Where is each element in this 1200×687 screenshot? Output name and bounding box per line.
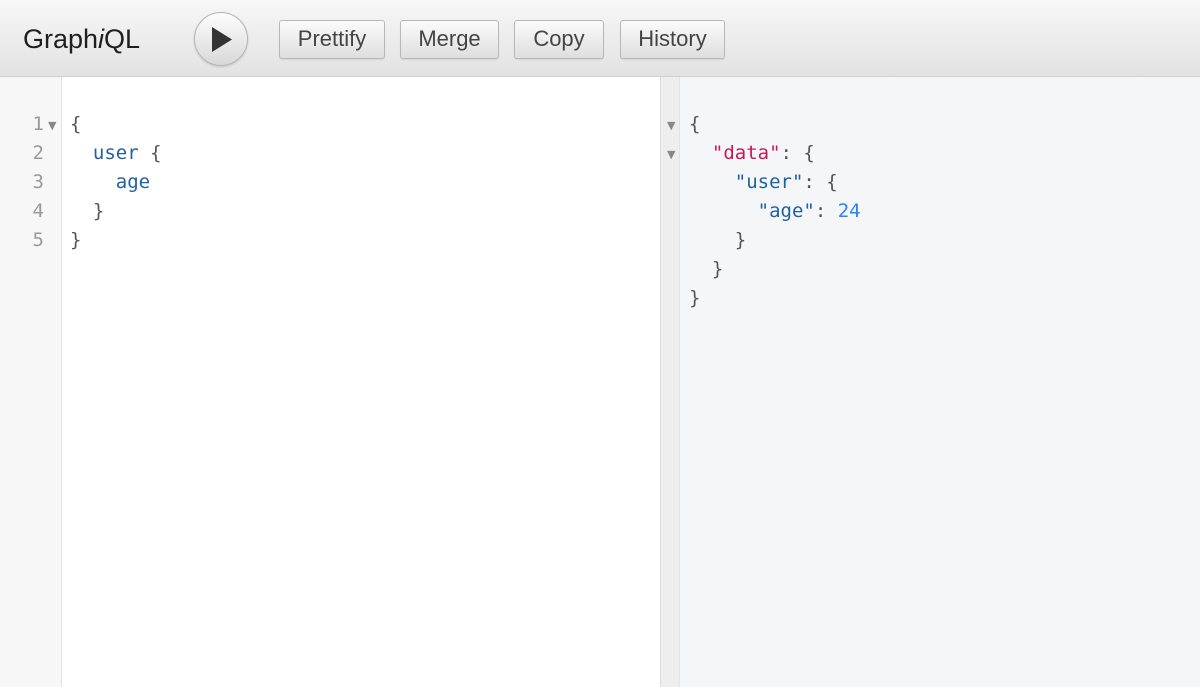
brace: { xyxy=(138,142,162,164)
line-number: 1 xyxy=(32,113,44,135)
result-line-1: { xyxy=(689,113,701,135)
json-key-data: "data" xyxy=(711,142,781,164)
result-viewer: ▼ ▼ { "data": { "user": { "age": 24 } } … xyxy=(667,77,1200,687)
code-line-3: age xyxy=(70,168,150,197)
json-value-age: 24 xyxy=(837,200,861,222)
pane-resize-handle[interactable] xyxy=(660,77,680,687)
field-user: user xyxy=(92,142,139,164)
fold-arrow-icon[interactable]: ▼ xyxy=(48,119,56,132)
logo-ql: QL xyxy=(104,24,141,54)
app-logo: GraphiQL xyxy=(23,24,140,55)
code-line-2: user { xyxy=(70,139,162,168)
line-number: 5 xyxy=(32,229,44,251)
result-line-4: "age": 24 xyxy=(757,200,861,222)
execute-query-button[interactable] xyxy=(194,12,248,66)
prettify-button[interactable]: Prettify xyxy=(279,20,385,59)
fold-arrow-icon[interactable]: ▼ xyxy=(667,148,675,161)
code-line-5: } xyxy=(70,226,81,255)
result-line-3: "user": { xyxy=(734,171,838,193)
brace: } xyxy=(70,229,82,251)
result-line-5: } xyxy=(734,229,747,251)
fold-arrow-icon[interactable]: ▼ xyxy=(667,119,675,132)
brace: } xyxy=(92,200,105,222)
field-age: age xyxy=(115,171,151,193)
toolbar: GraphiQL Prettify Merge Copy History xyxy=(0,0,1200,77)
play-icon xyxy=(212,27,232,52)
result-line-2: "data": { xyxy=(711,142,815,164)
line-number: 4 xyxy=(32,200,44,222)
merge-button[interactable]: Merge xyxy=(400,20,499,59)
result-line-6: } xyxy=(711,258,724,280)
line-number: 3 xyxy=(32,171,44,193)
code-line-1: { xyxy=(70,110,81,139)
copy-button[interactable]: Copy xyxy=(514,20,604,59)
json-key-age: "age" xyxy=(757,200,815,222)
query-editor[interactable]: 1 2 3 4 5 ▼ { user { age } } xyxy=(0,77,660,687)
json-key-user: "user" xyxy=(734,171,804,193)
brace: { xyxy=(70,113,82,135)
line-number: 2 xyxy=(32,142,44,164)
line-number-gutter: 1 2 3 4 5 ▼ xyxy=(0,77,62,687)
result-line-7: } xyxy=(689,287,701,309)
code-line-4: } xyxy=(70,197,104,226)
logo-graph: Graph xyxy=(23,24,99,54)
history-button[interactable]: History xyxy=(620,20,725,59)
